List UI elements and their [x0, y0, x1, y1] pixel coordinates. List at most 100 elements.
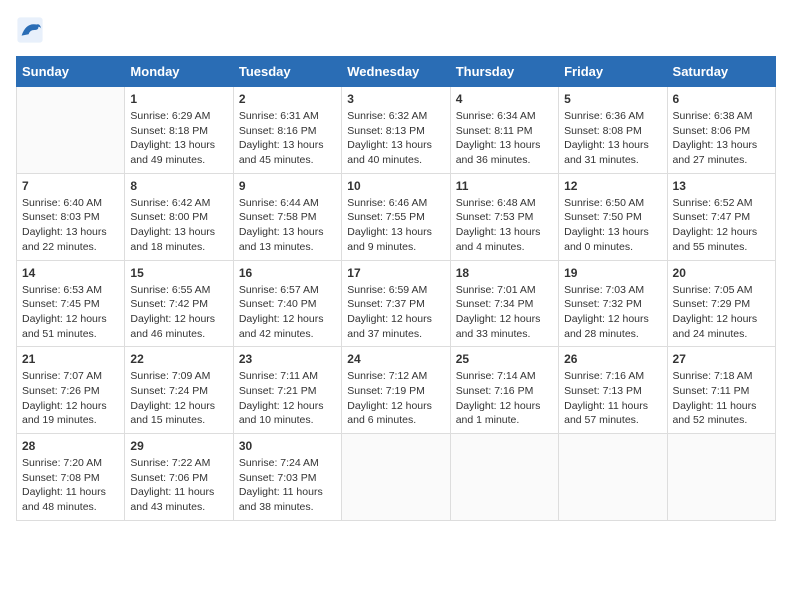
day-info: Sunrise: 7:22 AMSunset: 7:06 PMDaylight:… — [130, 456, 227, 515]
calendar-cell: 17 Sunrise: 6:59 AMSunset: 7:37 PMDayligh… — [342, 260, 450, 347]
calendar-cell — [342, 434, 450, 521]
day-number: 5 — [564, 92, 661, 106]
day-info: Sunrise: 7:01 AMSunset: 7:34 PMDaylight:… — [456, 283, 553, 342]
calendar-cell: 6 Sunrise: 6:38 AMSunset: 8:06 PMDaylight… — [667, 87, 775, 174]
day-number: 17 — [347, 266, 444, 280]
day-number: 1 — [130, 92, 227, 106]
column-header-saturday: Saturday — [667, 57, 775, 87]
day-info: Sunrise: 6:38 AMSunset: 8:06 PMDaylight:… — [673, 109, 770, 168]
day-number: 21 — [22, 352, 119, 366]
calendar-cell: 23 Sunrise: 7:11 AMSunset: 7:21 PMDayligh… — [233, 347, 341, 434]
calendar-cell: 27 Sunrise: 7:18 AMSunset: 7:11 PMDayligh… — [667, 347, 775, 434]
calendar-cell: 24 Sunrise: 7:12 AMSunset: 7:19 PMDayligh… — [342, 347, 450, 434]
day-number: 14 — [22, 266, 119, 280]
day-info: Sunrise: 6:59 AMSunset: 7:37 PMDaylight:… — [347, 283, 444, 342]
calendar-cell: 9Sunrise: 6:44 AMSunset: 7:58 PMDaylight… — [233, 173, 341, 260]
day-info: Sunrise: 6:50 AMSunset: 7:50 PMDaylight:… — [564, 196, 661, 255]
day-info: Sunrise: 6:40 AMSunset: 8:03 PMDaylight:… — [22, 196, 119, 255]
calendar-cell: 18 Sunrise: 7:01 AMSunset: 7:34 PMDayligh… — [450, 260, 558, 347]
calendar-cell: 4Sunrise: 6:34 AMSunset: 8:11 PMDaylight… — [450, 87, 558, 174]
day-number: 30 — [239, 439, 336, 453]
calendar-cell: 5Sunrise: 6:36 AMSunset: 8:08 PMDaylight… — [559, 87, 667, 174]
day-info: Sunrise: 6:44 AMSunset: 7:58 PMDaylight:… — [239, 196, 336, 255]
calendar-cell — [17, 87, 125, 174]
day-number: 23 — [239, 352, 336, 366]
day-number: 6 — [673, 92, 770, 106]
day-info: Sunrise: 6:31 AMSunset: 8:16 PMDaylight:… — [239, 109, 336, 168]
day-info: Sunrise: 6:42 AMSunset: 8:00 PMDaylight:… — [130, 196, 227, 255]
calendar-cell: 13 Sunrise: 6:52 AMSunset: 7:47 PMDayligh… — [667, 173, 775, 260]
day-info: Sunrise: 7:24 AMSunset: 7:03 PMDaylight:… — [239, 456, 336, 515]
column-header-monday: Monday — [125, 57, 233, 87]
day-number: 28 — [22, 439, 119, 453]
day-info: Sunrise: 7:14 AMSunset: 7:16 PMDaylight:… — [456, 369, 553, 428]
calendar-cell: 12 Sunrise: 6:50 AMSunset: 7:50 PMDayligh… — [559, 173, 667, 260]
calendar-cell — [559, 434, 667, 521]
day-number: 20 — [673, 266, 770, 280]
calendar-cell: 28 Sunrise: 7:20 AMSunset: 7:08 PMDayligh… — [17, 434, 125, 521]
calendar-cell: 21Sunrise: 7:07 AMSunset: 7:26 PMDayligh… — [17, 347, 125, 434]
calendar-cell: 11 Sunrise: 6:48 AMSunset: 7:53 PMDayligh… — [450, 173, 558, 260]
calendar-cell: 22 Sunrise: 7:09 AMSunset: 7:24 PMDayligh… — [125, 347, 233, 434]
week-row-3: 14Sunrise: 6:53 AMSunset: 7:45 PMDayligh… — [17, 260, 776, 347]
week-row-5: 28 Sunrise: 7:20 AMSunset: 7:08 PMDayligh… — [17, 434, 776, 521]
calendar-cell: 29 Sunrise: 7:22 AMSunset: 7:06 PMDayligh… — [125, 434, 233, 521]
calendar-cell: 15 Sunrise: 6:55 AMSunset: 7:42 PMDayligh… — [125, 260, 233, 347]
calendar-cell: 2 Sunrise: 6:31 AMSunset: 8:16 PMDaylight… — [233, 87, 341, 174]
day-info: Sunrise: 7:18 AMSunset: 7:11 PMDaylight:… — [673, 369, 770, 428]
day-info: Sunrise: 6:29 AMSunset: 8:18 PMDaylight:… — [130, 109, 227, 168]
day-number: 3 — [347, 92, 444, 106]
calendar-cell — [667, 434, 775, 521]
day-info: Sunrise: 7:05 AMSunset: 7:29 PMDaylight:… — [673, 283, 770, 342]
day-number: 16 — [239, 266, 336, 280]
day-number: 12 — [564, 179, 661, 193]
calendar-cell: 20 Sunrise: 7:05 AMSunset: 7:29 PMDayligh… — [667, 260, 775, 347]
day-number: 27 — [673, 352, 770, 366]
calendar-cell: 8 Sunrise: 6:42 AMSunset: 8:00 PMDaylight… — [125, 173, 233, 260]
day-info: Sunrise: 6:55 AMSunset: 7:42 PMDaylight:… — [130, 283, 227, 342]
day-info: Sunrise: 6:46 AMSunset: 7:55 PMDaylight:… — [347, 196, 444, 255]
day-info: Sunrise: 6:57 AMSunset: 7:40 PMDaylight:… — [239, 283, 336, 342]
day-info: Sunrise: 6:34 AMSunset: 8:11 PMDaylight:… — [456, 109, 553, 168]
day-number: 7 — [22, 179, 119, 193]
day-info: Sunrise: 7:09 AMSunset: 7:24 PMDaylight:… — [130, 369, 227, 428]
column-header-thursday: Thursday — [450, 57, 558, 87]
calendar-cell: 14Sunrise: 6:53 AMSunset: 7:45 PMDayligh… — [17, 260, 125, 347]
day-info: Sunrise: 6:52 AMSunset: 7:47 PMDaylight:… — [673, 196, 770, 255]
day-info: Sunrise: 6:32 AMSunset: 8:13 PMDaylight:… — [347, 109, 444, 168]
calendar-cell: 16 Sunrise: 6:57 AMSunset: 7:40 PMDayligh… — [233, 260, 341, 347]
calendar-cell: 19Sunrise: 7:03 AMSunset: 7:32 PMDayligh… — [559, 260, 667, 347]
day-number: 10 — [347, 179, 444, 193]
calendar-cell: 3 Sunrise: 6:32 AMSunset: 8:13 PMDaylight… — [342, 87, 450, 174]
day-info: Sunrise: 7:12 AMSunset: 7:19 PMDaylight:… — [347, 369, 444, 428]
column-header-tuesday: Tuesday — [233, 57, 341, 87]
calendar-cell: 1 Sunrise: 6:29 AMSunset: 8:18 PMDaylight… — [125, 87, 233, 174]
day-number: 15 — [130, 266, 227, 280]
day-info: Sunrise: 7:20 AMSunset: 7:08 PMDaylight:… — [22, 456, 119, 515]
day-info: Sunrise: 7:11 AMSunset: 7:21 PMDaylight:… — [239, 369, 336, 428]
week-row-2: 7 Sunrise: 6:40 AMSunset: 8:03 PMDaylight… — [17, 173, 776, 260]
day-number: 8 — [130, 179, 227, 193]
day-number: 24 — [347, 352, 444, 366]
week-row-4: 21Sunrise: 7:07 AMSunset: 7:26 PMDayligh… — [17, 347, 776, 434]
day-number: 11 — [456, 179, 553, 193]
calendar-cell: 30 Sunrise: 7:24 AMSunset: 7:03 PMDayligh… — [233, 434, 341, 521]
page-header — [16, 16, 776, 44]
day-number: 13 — [673, 179, 770, 193]
day-info: Sunrise: 6:48 AMSunset: 7:53 PMDaylight:… — [456, 196, 553, 255]
calendar-table: SundayMondayTuesdayWednesdayThursdayFrid… — [16, 56, 776, 521]
logo — [16, 16, 50, 44]
column-header-friday: Friday — [559, 57, 667, 87]
day-number: 2 — [239, 92, 336, 106]
day-number: 25 — [456, 352, 553, 366]
day-info: Sunrise: 7:03 AMSunset: 7:32 PMDaylight:… — [564, 283, 661, 342]
calendar-header-row: SundayMondayTuesdayWednesdayThursdayFrid… — [17, 57, 776, 87]
day-number: 29 — [130, 439, 227, 453]
week-row-1: 1 Sunrise: 6:29 AMSunset: 8:18 PMDaylight… — [17, 87, 776, 174]
calendar-cell: 25 Sunrise: 7:14 AMSunset: 7:16 PMDayligh… — [450, 347, 558, 434]
calendar-cell — [450, 434, 558, 521]
day-number: 18 — [456, 266, 553, 280]
logo-icon — [16, 16, 44, 44]
day-number: 22 — [130, 352, 227, 366]
column-header-sunday: Sunday — [17, 57, 125, 87]
